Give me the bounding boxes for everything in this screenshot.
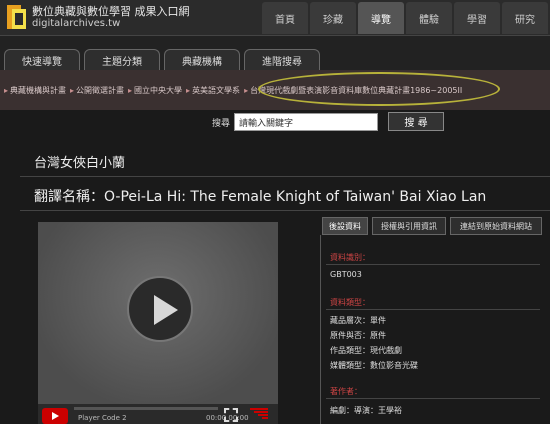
- author-value: 編劇：導演：王學裕: [330, 406, 402, 415]
- nav-guide[interactable]: 導覽: [358, 2, 404, 34]
- breadcrumb-item[interactable]: 國立中央大學: [134, 85, 182, 96]
- breadcrumb-arrow-icon: ▸: [128, 85, 133, 95]
- divider: [326, 264, 540, 265]
- breadcrumb-arrow-icon: ▸: [4, 85, 9, 95]
- tab-metadata[interactable]: 後設資料: [322, 217, 368, 235]
- video-player[interactable]: Player Code 2 00:00 00:00: [38, 222, 278, 424]
- breadcrumb-arrow-icon: ▸: [244, 85, 249, 95]
- breadcrumb-item[interactable]: 典藏機構與計畫: [10, 85, 66, 96]
- section-label-author: 著作者：: [330, 387, 362, 396]
- tab-license[interactable]: 授權與引用資訊: [372, 217, 446, 235]
- breadcrumb-arrow-icon: ▸: [70, 85, 75, 95]
- top-bar: 數位典藏與數位學習 成果入口網 digitalarchives.tw 首頁 珍藏…: [0, 0, 550, 36]
- search-input[interactable]: [234, 113, 378, 131]
- fullscreen-icon[interactable]: [224, 408, 238, 422]
- divider: [20, 176, 550, 177]
- top-nav: 首頁 珍藏 導覽 體驗 學習 研究: [262, 0, 550, 36]
- search-button[interactable]: 搜 尋: [388, 112, 444, 131]
- site-title[interactable]: 數位典藏與數位學習 成果入口網: [32, 3, 190, 19]
- breadcrumb: ▸ 典藏機構與計畫 ▸ 公開徵選計畫 ▸ 國立中央大學 ▸ 英美語文學系 ▸ 台…: [0, 70, 550, 110]
- nav-treasures[interactable]: 珍藏: [310, 2, 356, 34]
- breadcrumb-item[interactable]: 台灣現代戲劇暨表演影音資料庫數位典藏計畫1986~2005II: [250, 85, 462, 96]
- divider: [326, 398, 540, 399]
- nav-home[interactable]: 首頁: [262, 2, 308, 34]
- section-label-category: 資料識別：: [330, 253, 370, 262]
- breadcrumb-arrow-icon: ▸: [186, 85, 191, 95]
- nav-research[interactable]: 研究: [502, 2, 548, 34]
- type-row: 媒體類型：數位影音光碟: [330, 361, 418, 370]
- search-label: 搜尋: [212, 119, 231, 129]
- nav-experience[interactable]: 體驗: [406, 2, 452, 34]
- tab-topic-category[interactable]: 主題分類: [84, 49, 160, 70]
- type-row: 原件與否：原件: [330, 331, 386, 340]
- type-row: 藏品層次：單件: [330, 316, 386, 325]
- volume-bars-icon[interactable]: [250, 407, 268, 423]
- tab-original-link[interactable]: 連結到原始資料網站: [450, 217, 542, 235]
- section-label-type: 資料類型：: [330, 298, 370, 307]
- site-domain: digitalarchives.tw: [32, 18, 121, 29]
- breadcrumb-item[interactable]: 公開徵選計畫: [76, 85, 124, 96]
- youtube-icon[interactable]: [42, 408, 68, 424]
- sub-tabs-row: 快速導覽 主題分類 典藏機構 進階搜尋: [0, 36, 550, 70]
- breadcrumb-item[interactable]: 英美語文學系: [192, 85, 240, 96]
- logo-icon[interactable]: [6, 3, 28, 31]
- type-row: 作品類型：現代戲劇: [330, 346, 402, 355]
- player-controls: Player Code 2 00:00 00:00: [38, 404, 278, 424]
- play-icon: [154, 295, 178, 325]
- tab-institutions[interactable]: 典藏機構: [164, 49, 240, 70]
- progress-bar[interactable]: [74, 407, 218, 410]
- tab-quick-guide[interactable]: 快速導覽: [4, 49, 80, 70]
- player-label: Player Code 2: [78, 414, 127, 422]
- page-title: 台灣女俠白小蘭: [34, 156, 126, 171]
- nav-learning[interactable]: 學習: [454, 2, 500, 34]
- category-value: GBT003: [330, 270, 362, 279]
- divider: [20, 210, 550, 211]
- translated-title: 翻譯名稱：O-Pei-La Hi: The Female Knight of T…: [34, 189, 487, 205]
- tab-advanced-search[interactable]: 進階搜尋: [244, 49, 320, 70]
- divider: [326, 309, 540, 310]
- play-button[interactable]: [127, 276, 193, 342]
